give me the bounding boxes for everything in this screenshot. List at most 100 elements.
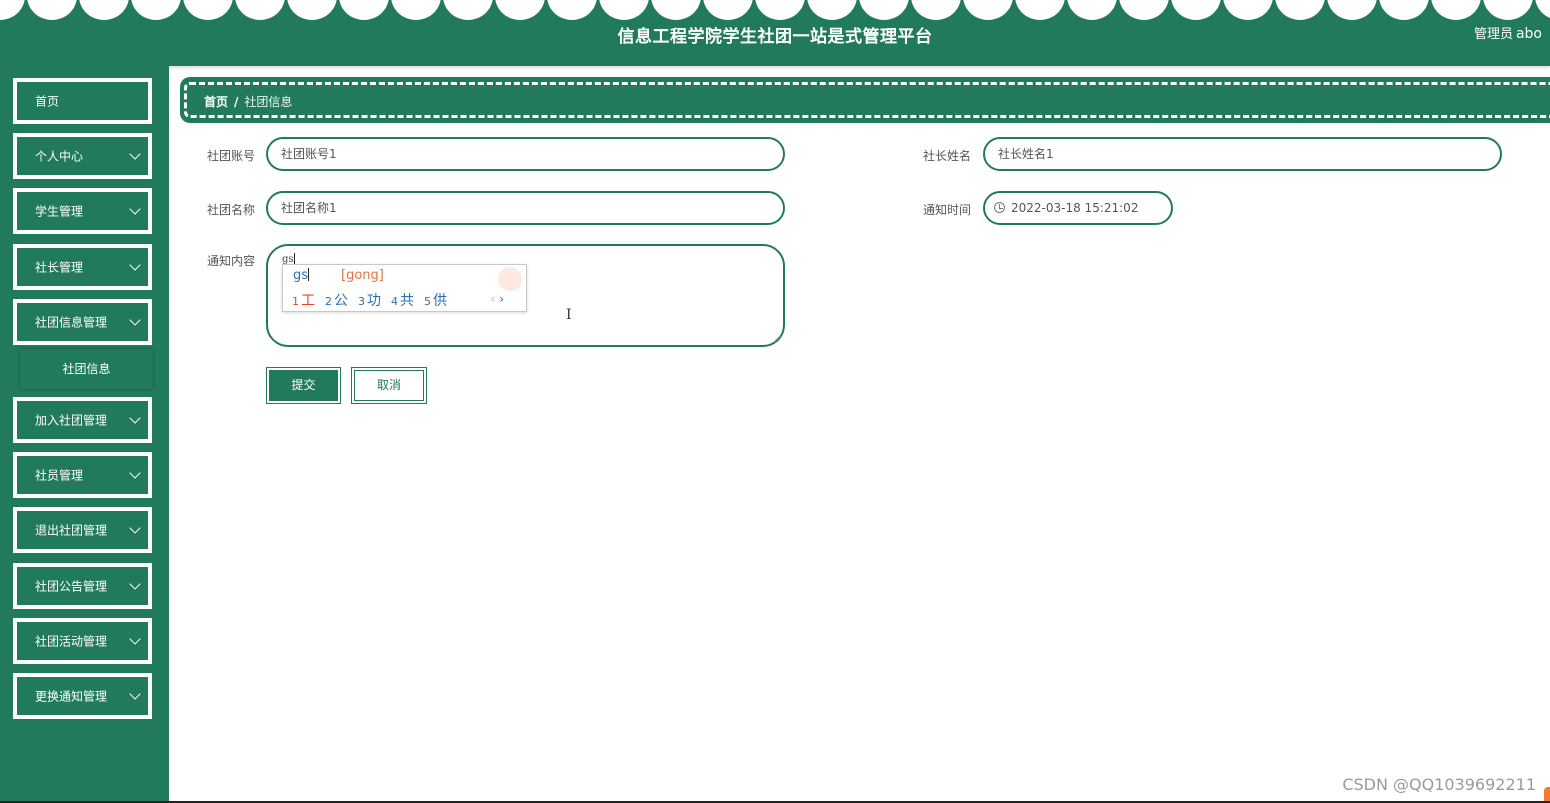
sidebar-item-label: 加入社团管理 [35,413,108,428]
scallop-shape [911,0,961,20]
ime-next-page-icon[interactable]: › [499,292,504,306]
ime-composition: gs [293,268,310,283]
scallop-shape [1535,0,1550,18]
scalloped-border [0,0,1550,20]
scallop-shape [183,0,233,20]
chevron-down-icon [129,578,141,590]
scallop-shape [235,0,285,20]
scallop-shape [1327,0,1377,20]
user-role: 管理员 [1473,27,1513,42]
sidebar-item-label: 社团公告管理 [35,579,108,594]
scallop-shape [287,0,337,20]
scallop-shape [807,0,857,20]
breadcrumb-home-link[interactable]: 首页 [204,95,228,109]
breadcrumb-bar: 首页 / 社团信息 [180,77,1550,123]
top-header: 信息工程学院学生社团一站是式管理平台 管理员 abo [0,0,1550,66]
ime-page-arrows: ‹ › [490,292,504,306]
sidebar-item-home[interactable]: 首页 [13,78,152,124]
sidebar-item-label: 社团信息管理 [35,315,108,330]
sidebar-item-president-management[interactable]: 社长管理 [13,244,152,290]
submit-button[interactable]: 提交 [266,367,341,404]
ime-logo-icon [498,267,522,291]
text-cursor-icon: I [566,307,572,323]
sidebar-item-student-management[interactable]: 学生管理 [13,188,152,234]
ime-candidate-popup: gs [gong] 1工2公3功4共5供 ‹ › [282,264,527,312]
club-name-input[interactable]: 社团名称1 [266,191,785,225]
ime-candidate[interactable]: 1工 [292,293,315,309]
chevron-down-icon [129,203,141,215]
sidebar-item-label: 首页 [35,94,60,109]
scallop-shape [599,0,649,20]
scallop-shape [391,0,441,20]
scallop-shape [651,0,701,20]
notify-time-label: 通知时间 [923,203,972,217]
chevron-down-icon [129,148,141,160]
sidebar-item-label: 社长管理 [35,260,84,275]
scallop-shape [963,0,1013,20]
scallop-shape [1067,0,1117,20]
sidebar-item-change-notice-management[interactable]: 更换通知管理 [13,673,152,719]
resize-grip-icon[interactable] [773,335,781,343]
scallop-shape [0,0,25,20]
notify-content-label: 通知内容 [207,254,256,268]
scallop-shape [1119,0,1169,20]
clock-icon [994,202,1005,213]
ime-prev-page-icon[interactable]: ‹ [490,292,495,306]
chevron-down-icon [129,522,141,534]
chevron-down-icon [129,467,141,479]
scallop-shape [703,0,753,20]
club-account-input[interactable]: 社团账号1 [266,137,785,171]
ime-candidate-list: 1工 2公 3功 4共 5供 [292,290,457,310]
ime-candidate[interactable]: 4共 [391,293,414,309]
breadcrumb-current: 社团信息 [244,95,293,109]
chevron-down-icon [129,688,141,700]
scallop-shape [1483,0,1533,20]
csdn-watermark: CSDN @QQ1039692211 [1342,775,1536,794]
sidebar-item-label: 更换通知管理 [35,689,108,704]
sidebar: 首页 个人中心 学生管理 社长管理 社团信息管理 社团信息 加入社团管理 社员管… [0,66,169,803]
scallop-shape [547,0,597,20]
sidebar-item-join-club-management[interactable]: 加入社团管理 [13,397,152,443]
scallop-shape [755,0,805,20]
breadcrumb: 首页 / 社团信息 [204,93,292,110]
admin-user-info[interactable]: 管理员 abo [1474,23,1542,42]
chevron-down-icon [129,633,141,645]
scallop-shape [1223,0,1273,20]
sidebar-item-club-notice-management[interactable]: 社团公告管理 [13,563,152,609]
sidebar-item-club-activity-management[interactable]: 社团活动管理 [13,618,152,664]
scallop-shape [1171,0,1221,20]
text-caret [293,253,295,264]
scallop-shape [1015,0,1065,20]
scallop-shape [1431,0,1481,20]
sidebar-item-quit-club-management[interactable]: 退出社团管理 [13,507,152,553]
ime-candidate[interactable]: 2公 [325,293,348,309]
president-name-label: 社长姓名 [923,149,972,163]
sidebar-item-label: 学生管理 [35,204,84,219]
president-name-input[interactable]: 社长姓名1 [983,137,1502,171]
scallop-shape [339,0,389,20]
chevron-down-icon [129,412,141,424]
app-title: 信息工程学院学生社团一站是式管理平台 [617,27,933,47]
sidebar-subitem-club-info[interactable]: 社团信息 [20,349,153,389]
sidebar-item-personal-center[interactable]: 个人中心 [13,133,152,179]
chevron-down-icon [129,314,141,326]
breadcrumb-dashed-frame [184,82,1550,118]
scallop-shape [495,0,545,20]
sidebar-item-label: 社团活动管理 [35,634,108,649]
sidebar-item-club-info-management[interactable]: 社团信息管理 [13,299,152,345]
scallop-shape [1379,0,1429,20]
notify-time-value: 2022-03-18 15:21:02 [1011,201,1139,215]
club-account-label: 社团账号 [207,149,256,163]
ime-pinyin-hint: [gong] [341,268,384,283]
scallop-shape [443,0,493,20]
ime-candidate[interactable]: 5供 [424,293,447,309]
ime-candidate[interactable]: 3功 [358,293,381,309]
sidebar-item-member-management[interactable]: 社员管理 [13,452,152,498]
notify-time-picker[interactable]: 2022-03-18 15:21:02 [983,191,1173,225]
chevron-down-icon [129,259,141,271]
scallop-shape [859,0,909,20]
scallop-shape [27,0,77,20]
user-name: abo [1515,26,1542,42]
scallop-shape [1275,0,1325,20]
cancel-button[interactable]: 取消 [351,367,427,404]
